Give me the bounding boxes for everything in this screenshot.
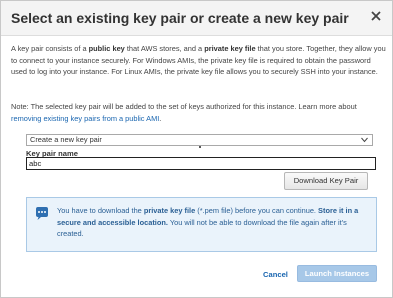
dialog-body: A key pair consists of a public key that… [1, 37, 392, 297]
cancel-button[interactable]: Cancel [263, 269, 288, 281]
key-pair-option-select[interactable]: Create a new key pair [26, 134, 373, 146]
remove-key-pairs-link[interactable]: removing existing key pairs from a publi… [11, 114, 159, 123]
info-alert: You have to download the private key fil… [26, 197, 377, 252]
chevron-down-icon [361, 137, 368, 143]
key-pair-name-input[interactable] [26, 157, 376, 170]
key-pair-dialog: Select an existing key pair or create a … [0, 0, 393, 298]
close-icon[interactable] [368, 8, 384, 24]
info-message: You have to download the private key fil… [57, 206, 359, 238]
dialog-title: Select an existing key pair or create a … [11, 10, 349, 26]
note-paragraph: Note: The selected key pair will be adde… [11, 102, 357, 123]
speech-bubble-icon [36, 207, 48, 220]
dialog-header: Select an existing key pair or create a … [1, 1, 392, 36]
mouse-cursor [199, 146, 201, 148]
select-value: Create a new key pair [30, 135, 102, 144]
download-key-pair-button[interactable]: Download Key Pair [284, 172, 368, 190]
launch-instances-button[interactable]: Launch Instances [297, 265, 377, 282]
intro-paragraph: A key pair consists of a public key that… [11, 44, 386, 76]
